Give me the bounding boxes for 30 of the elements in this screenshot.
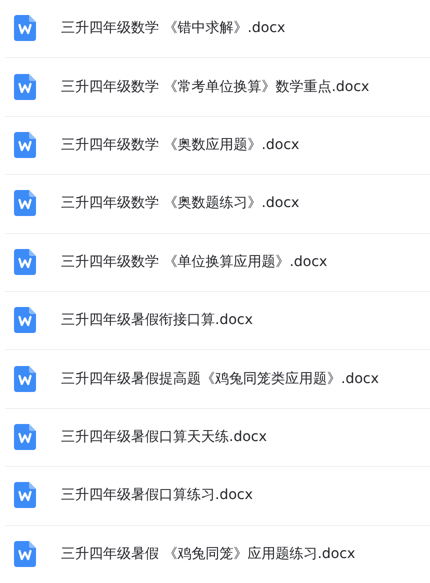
file-row[interactable]: 三升四年级暑假衔接口算.docx	[5, 292, 430, 350]
file-row[interactable]: 三升四年级暑假口算天天练.docx	[5, 408, 430, 468]
file-name: 三升四年级暑假口算练习.docx	[61, 486, 253, 504]
file-row[interactable]: 三升四年级数学 《奥数应用题》.docx	[5, 116, 430, 176]
file-name: 三升四年级暑假 《鸡兔同笼》应用题练习.docx	[61, 544, 356, 563]
document-icon	[14, 366, 36, 392]
document-icon	[14, 248, 36, 275]
file-row[interactable]: 三升四年级数学 《奥数题练习》.docx	[5, 175, 430, 234]
file-name: 三升四年级数学 《常考单位换算》数学重点.docx	[61, 78, 370, 96]
document-icon	[14, 15, 36, 42]
file-row[interactable]: 三升四年级数学 《常考单位换算》数学重点.docx	[5, 58, 430, 117]
file-name: 三升四年级数学 《奥数应用题》.docx	[61, 136, 300, 154]
file-name: 三升四年级暑假衔接口算.docx	[61, 311, 253, 330]
file-name: 三升四年级暑假口算天天练.docx	[61, 428, 267, 446]
file-name: 三升四年级数学 《单位换算应用题》.docx	[61, 252, 328, 271]
file-name: 三升四年级暑假提高题《鸡兔同笼类应用题》.docx	[61, 370, 379, 388]
file-row[interactable]: 三升四年级暑假口算练习.docx	[5, 467, 430, 526]
file-row[interactable]: 三升四年级暑假提高题《鸡兔同笼类应用题》.docx	[5, 350, 430, 409]
document-icon	[14, 540, 36, 567]
document-icon	[14, 424, 36, 450]
file-row[interactable]: 三升四年级数学 《错中求解》.docx	[5, 0, 430, 58]
document-icon	[14, 132, 36, 158]
file-name: 三升四年级数学 《奥数题练习》.docx	[61, 194, 300, 212]
document-icon	[14, 307, 36, 334]
document-icon	[14, 74, 36, 100]
document-icon	[14, 482, 36, 508]
file-name: 三升四年级数学 《错中求解》.docx	[61, 19, 286, 38]
document-icon	[14, 190, 36, 216]
file-row[interactable]: 三升四年级暑假 《鸡兔同笼》应用题练习.docx	[5, 526, 430, 583]
file-row[interactable]: 三升四年级数学 《单位换算应用题》.docx	[5, 234, 430, 292]
